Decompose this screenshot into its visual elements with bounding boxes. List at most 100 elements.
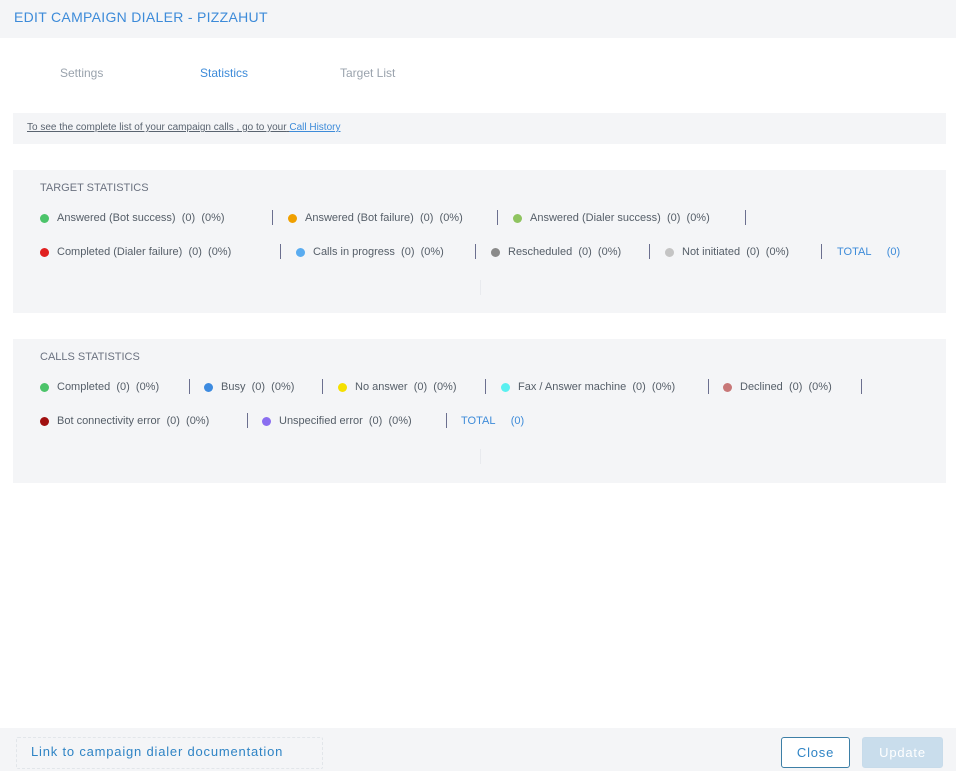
total-value: (0) <box>510 415 525 427</box>
status-dot-icon <box>40 382 49 392</box>
legend-answered-bot-failure: Answered (Bot failure) (0) (0%) <box>288 210 463 226</box>
dialog-title: EDIT CAMPAIGN DIALER - PIZZAHUT <box>14 9 268 25</box>
legend-label: Completed <box>57 381 111 393</box>
legend-divider <box>189 379 190 394</box>
legend-completed-dialer-failure: Completed (Dialer failure) (0) (0%) <box>40 244 231 260</box>
legend-count: (0) <box>413 381 428 393</box>
status-dot-icon <box>338 382 347 392</box>
legend-fax-answer-machine: Fax / Answer machine (0) (0%) <box>501 379 675 395</box>
close-button[interactable]: Close <box>781 737 850 768</box>
status-dot-icon <box>296 247 305 257</box>
legend-divider <box>708 379 709 394</box>
total-label: TOTAL <box>837 246 872 258</box>
calls-statistics-title: CALLS STATISTICS <box>40 351 140 363</box>
legend-divider <box>322 379 323 394</box>
legend-percent: (0%) <box>597 246 622 258</box>
legend-percent: (0%) <box>433 381 457 393</box>
call-history-info-text: To see the complete list of your campaig… <box>27 122 287 133</box>
legend-percent: (0%) <box>135 381 160 393</box>
legend-percent: (0%) <box>765 246 790 258</box>
legend-not-initiated: Not initiated (0) (0%) <box>665 244 789 260</box>
legend-percent: (0%) <box>271 381 295 393</box>
legend-percent: (0%) <box>201 212 225 224</box>
legend-label: Unspecified error <box>279 415 363 427</box>
legend-divider <box>821 244 822 259</box>
call-history-link[interactable]: Call History <box>289 122 340 133</box>
legend-count: (0) <box>401 246 415 258</box>
legend-label: Bot connectivity error <box>57 415 161 427</box>
legend-label: Calls in progress <box>313 246 395 258</box>
legend-count: (0) <box>746 246 760 258</box>
legend-divider <box>649 244 650 259</box>
legend-label: Answered (Dialer success) <box>530 212 661 224</box>
legend-percent: (0%) <box>208 246 232 258</box>
dialog-header: EDIT CAMPAIGN DIALER - PIZZAHUT <box>0 0 956 38</box>
legend-label: Busy <box>221 381 246 393</box>
legend-count: (0) <box>116 381 130 393</box>
target-statistics-title: TARGET STATISTICS <box>40 182 149 194</box>
legend-count: (0) <box>788 381 803 393</box>
legend-divider <box>272 210 273 225</box>
legend-percent: (0%) <box>808 381 832 393</box>
legend-count: (0) <box>578 246 592 258</box>
legend-busy: Busy (0) (0%) <box>204 379 294 395</box>
chart-placeholder-divider <box>480 280 481 295</box>
legend-label: Answered (Bot failure) <box>305 212 414 224</box>
legend-divider <box>497 210 498 225</box>
legend-divider <box>861 379 862 394</box>
status-dot-icon <box>513 213 522 223</box>
status-dot-icon <box>204 382 213 392</box>
status-dot-icon <box>40 247 49 257</box>
legend-answered-dialer-success: Answered (Dialer success) (0) (0%) <box>513 210 710 226</box>
legend-calls-in-progress: Calls in progress (0) (0%) <box>296 244 444 260</box>
legend-count: (0) <box>181 212 196 224</box>
legend-label: Rescheduled <box>508 246 573 258</box>
status-dot-icon <box>262 416 271 426</box>
call-history-info: To see the complete list of your campaig… <box>27 122 340 133</box>
legend-answered-bot-success: Answered (Bot success) (0) (0%) <box>40 210 225 226</box>
status-dot-icon <box>40 416 49 426</box>
legend-label: No answer <box>355 381 408 393</box>
legend-no-answer: No answer (0) (0%) <box>338 379 457 395</box>
legend-count: (0) <box>188 246 202 258</box>
legend-rescheduled: Rescheduled (0) (0%) <box>491 244 621 260</box>
target-statistics-panel: TARGET STATISTICS Answered (Bot success)… <box>13 170 946 313</box>
legend-percent: (0%) <box>388 415 412 427</box>
legend-percent: (0%) <box>686 212 710 224</box>
legend-label: Completed (Dialer failure) <box>57 246 183 258</box>
legend-unspecified-error: Unspecified error (0) (0%) <box>262 413 412 429</box>
legend-percent: (0%) <box>420 246 444 258</box>
legend-count: (0) <box>666 212 681 224</box>
status-dot-icon <box>501 382 510 392</box>
tab-settings[interactable]: Settings <box>60 66 103 80</box>
status-dot-icon <box>665 247 674 257</box>
legend-label: Fax / Answer machine <box>518 381 627 393</box>
legend-label: Not initiated <box>682 246 741 258</box>
legend-divider <box>247 413 248 428</box>
legend-percent: (0%) <box>439 212 463 224</box>
status-dot-icon <box>491 247 500 257</box>
legend-divider <box>745 210 746 225</box>
dialog-footer: Link to campaign dialer documentation Cl… <box>0 728 956 771</box>
status-dot-icon <box>723 382 732 392</box>
legend-completed: Completed (0) (0%) <box>40 379 159 395</box>
legend-percent: (0%) <box>651 381 676 393</box>
legend-divider <box>446 413 447 428</box>
legend-count: (0) <box>368 415 383 427</box>
legend-divider <box>475 244 476 259</box>
legend-count: (0) <box>419 212 434 224</box>
legend-divider <box>280 244 281 259</box>
status-dot-icon <box>288 213 297 223</box>
tab-target-list[interactable]: Target List <box>340 66 395 80</box>
documentation-link[interactable]: Link to campaign dialer documentation <box>16 737 323 769</box>
legend-label: Answered (Bot success) <box>57 212 176 224</box>
tab-bar: Settings Statistics Target List <box>0 60 956 86</box>
chart-placeholder-divider <box>480 449 481 464</box>
legend-count: (0) <box>251 381 266 393</box>
total-value: (0) <box>886 246 901 258</box>
calls-statistics-total: TOTAL (0) <box>461 413 524 429</box>
tab-statistics[interactable]: Statistics <box>200 66 248 80</box>
calls-statistics-panel: CALLS STATISTICS Completed (0) (0%) Busy… <box>13 339 946 483</box>
update-button[interactable]: Update <box>862 737 943 768</box>
legend-bot-connectivity-error: Bot connectivity error (0) (0%) <box>40 413 209 429</box>
